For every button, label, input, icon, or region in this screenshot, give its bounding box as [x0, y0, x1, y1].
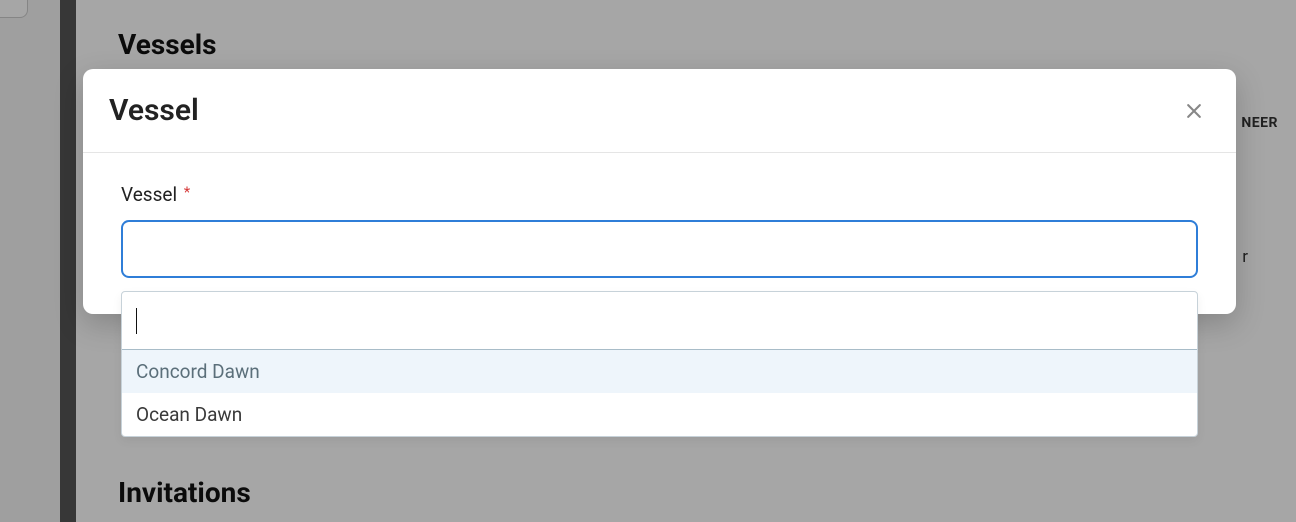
- modal-header: Vessel: [83, 69, 1236, 153]
- vessel-field-label-text: Vessel: [121, 183, 177, 206]
- vessel-dropdown-panel: Concord Dawn Ocean Dawn: [121, 291, 1198, 437]
- modal-title: Vessel: [109, 93, 199, 128]
- close-icon: [1184, 101, 1204, 121]
- dropdown-option[interactable]: Ocean Dawn: [122, 393, 1197, 436]
- dropdown-option[interactable]: Concord Dawn: [122, 350, 1197, 393]
- close-button[interactable]: [1180, 97, 1208, 125]
- required-indicator: *: [184, 183, 190, 201]
- vessel-select[interactable]: [121, 220, 1198, 278]
- vessel-modal: Vessel Vessel * Concord Dawn Ocean Dawn: [83, 69, 1236, 314]
- modal-body: Vessel * Concord Dawn Ocean Dawn: [83, 153, 1236, 314]
- dropdown-search-wrap: [122, 292, 1197, 350]
- dropdown-search-input[interactable]: [137, 309, 1183, 332]
- vessel-field-label: Vessel *: [121, 183, 1198, 206]
